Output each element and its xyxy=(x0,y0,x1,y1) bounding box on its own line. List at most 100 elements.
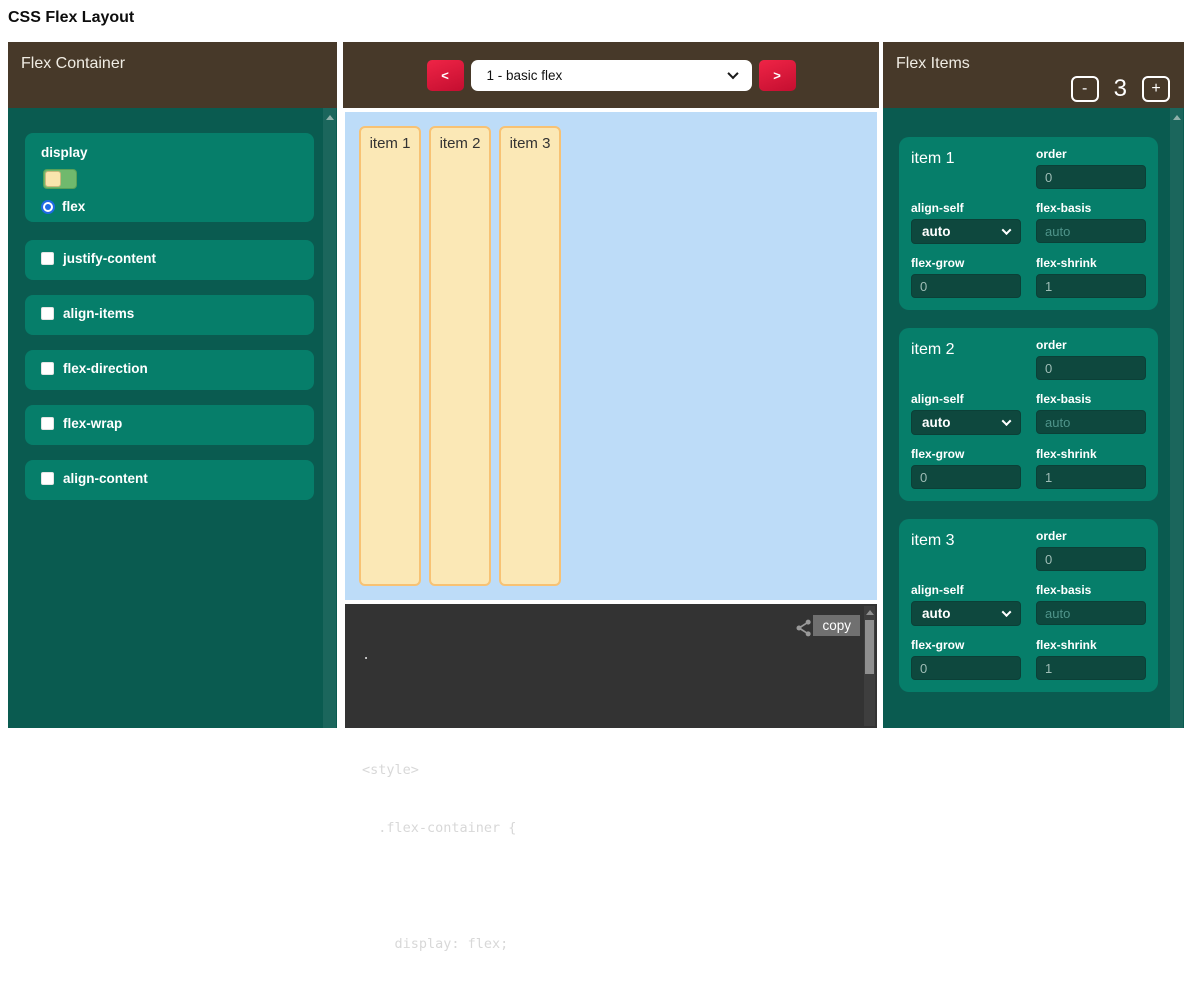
code-scrollbar[interactable] xyxy=(864,606,875,726)
chevron-down-icon xyxy=(727,68,738,79)
item-1-order-input[interactable] xyxy=(1036,165,1146,189)
display-flex-option[interactable]: flex xyxy=(41,199,314,214)
item-2-flex-grow-field: flex-grow xyxy=(911,447,1021,489)
item-1-align-self-label: align-self xyxy=(911,201,1021,215)
item-2-flex-shrink-input[interactable] xyxy=(1036,465,1146,489)
item-3-title-cell: item 3 xyxy=(911,529,1021,571)
item-2-align-self-select[interactable]: auto xyxy=(911,410,1021,435)
item-3-flex-grow-input[interactable] xyxy=(911,656,1021,680)
scroll-up-arrow-icon xyxy=(326,115,334,120)
flex-items-panel-body: item 1 order align-self auto flex-basis … xyxy=(883,108,1184,728)
item-1-align-self-select[interactable]: auto xyxy=(911,219,1021,244)
flex-radio-label: flex xyxy=(62,199,85,214)
next-demo-button[interactable]: > xyxy=(759,60,796,91)
code-scrollbar-thumb xyxy=(865,620,874,674)
preview-panel: < 1 - basic flex > item 1 item 2 item 3 … xyxy=(343,42,879,728)
item-3-flex-shrink-field: flex-shrink xyxy=(1036,638,1146,680)
item-2-flex-grow-input[interactable] xyxy=(911,465,1021,489)
item-2-align-self-field: align-self auto xyxy=(911,392,1021,435)
item-1-flex-shrink-label: flex-shrink xyxy=(1036,256,1146,270)
item-2-title: item 2 xyxy=(911,338,955,359)
item-1-title: item 1 xyxy=(911,147,955,168)
item-1-flex-shrink-input[interactable] xyxy=(1036,274,1146,298)
code-line xyxy=(362,877,877,896)
item-3-align-self-value: auto xyxy=(922,606,951,621)
prop-card-flex-wrap[interactable]: flex-wrap xyxy=(25,405,314,445)
chevron-down-icon xyxy=(1002,416,1012,426)
flex-container-panel-title: Flex Container xyxy=(21,55,125,73)
flex-radio[interactable] xyxy=(41,200,55,214)
justify-content-label: justify-content xyxy=(63,251,156,266)
demo-select[interactable]: 1 - basic flex xyxy=(471,60,752,91)
item-2-order-label: order xyxy=(1036,338,1146,352)
item-3-align-self-field: align-self auto xyxy=(911,583,1021,626)
scroll-up-arrow-icon xyxy=(1173,115,1181,120)
item-3-order-input[interactable] xyxy=(1036,547,1146,571)
item-1-flex-shrink-field: flex-shrink xyxy=(1036,256,1146,298)
demo-select-value: 1 - basic flex xyxy=(487,68,563,83)
item-2-align-self-value: auto xyxy=(922,415,951,430)
item-3-align-self-select[interactable]: auto xyxy=(911,601,1021,626)
item-count: 3 xyxy=(1114,75,1127,103)
copy-button[interactable]: copy xyxy=(813,615,860,636)
chevron-down-icon xyxy=(1002,607,1012,617)
right-panel-scrollbar[interactable] xyxy=(1170,108,1183,728)
align-items-label: align-items xyxy=(63,306,134,321)
display-toggle[interactable] xyxy=(43,169,77,189)
align-content-label: align-content xyxy=(63,471,148,486)
justify-content-checkbox[interactable] xyxy=(41,252,54,265)
code-block: . <style> .flex-container { display: fle… xyxy=(345,604,877,993)
item-2-order-field: order xyxy=(1036,338,1146,380)
item-2-flex-shrink-field: flex-shrink xyxy=(1036,447,1146,489)
item-3-flex-shrink-input[interactable] xyxy=(1036,656,1146,680)
item-3-flex-basis-input[interactable] xyxy=(1036,601,1146,625)
remove-item-button[interactable]: - xyxy=(1071,76,1099,102)
item-1-flex-basis-label: flex-basis xyxy=(1036,201,1146,215)
flex-items-panel-title: Flex Items xyxy=(896,55,970,73)
flex-direction-checkbox[interactable] xyxy=(41,362,54,375)
item-2-title-cell: item 2 xyxy=(911,338,1021,380)
flex-container-panel-body: display flex justify-content align-items… xyxy=(8,108,337,728)
chevron-down-icon xyxy=(1002,225,1012,235)
code-panel: . <style> .flex-container { display: fle… xyxy=(345,604,877,728)
code-line: <style> xyxy=(362,761,877,780)
item-2-flex-basis-input[interactable] xyxy=(1036,410,1146,434)
item-2-card: item 2 order align-self auto flex-basis … xyxy=(899,328,1158,501)
left-panel-scrollbar[interactable] xyxy=(323,108,336,728)
item-2-flex-grow-label: flex-grow xyxy=(911,447,1021,461)
code-line: .flex-container { xyxy=(362,819,877,838)
item-1-flex-grow-input[interactable] xyxy=(911,274,1021,298)
item-3-flex-grow-field: flex-grow xyxy=(911,638,1021,680)
item-2-align-self-label: align-self xyxy=(911,392,1021,406)
item-1-align-self-field: align-self auto xyxy=(911,201,1021,244)
demo-nav-header: < 1 - basic flex > xyxy=(343,42,879,108)
align-items-checkbox[interactable] xyxy=(41,307,54,320)
prev-demo-button[interactable]: < xyxy=(427,60,464,91)
share-icon[interactable] xyxy=(794,618,814,638)
prop-card-align-content[interactable]: align-content xyxy=(25,460,314,500)
item-1-order-label: order xyxy=(1036,147,1146,161)
item-3-title: item 3 xyxy=(911,529,955,550)
code-line: . xyxy=(362,646,877,665)
item-count-stepper: - 3 + xyxy=(1071,75,1170,103)
add-item-button[interactable]: + xyxy=(1142,76,1170,102)
code-line xyxy=(362,703,877,722)
prop-card-align-items[interactable]: align-items xyxy=(25,295,314,335)
preview-item-2: item 2 xyxy=(429,126,491,586)
display-label: display xyxy=(41,145,314,160)
flex-container-preview: item 1 item 2 item 3 xyxy=(345,112,877,600)
flex-items-panel-header: Flex Items - 3 + xyxy=(883,42,1184,108)
align-content-checkbox[interactable] xyxy=(41,472,54,485)
item-1-flex-basis-input[interactable] xyxy=(1036,219,1146,243)
item-3-order-label: order xyxy=(1036,529,1146,543)
item-1-flex-grow-label: flex-grow xyxy=(911,256,1021,270)
item-2-flex-shrink-label: flex-shrink xyxy=(1036,447,1146,461)
flex-wrap-checkbox[interactable] xyxy=(41,417,54,430)
flex-items-panel: Flex Items - 3 + item 1 order align-self… xyxy=(883,42,1184,728)
item-1-align-self-value: auto xyxy=(922,224,951,239)
item-3-flex-grow-label: flex-grow xyxy=(911,638,1021,652)
item-1-card: item 1 order align-self auto flex-basis … xyxy=(899,137,1158,310)
prop-card-justify-content[interactable]: justify-content xyxy=(25,240,314,280)
item-2-order-input[interactable] xyxy=(1036,356,1146,380)
prop-card-flex-direction[interactable]: flex-direction xyxy=(25,350,314,390)
